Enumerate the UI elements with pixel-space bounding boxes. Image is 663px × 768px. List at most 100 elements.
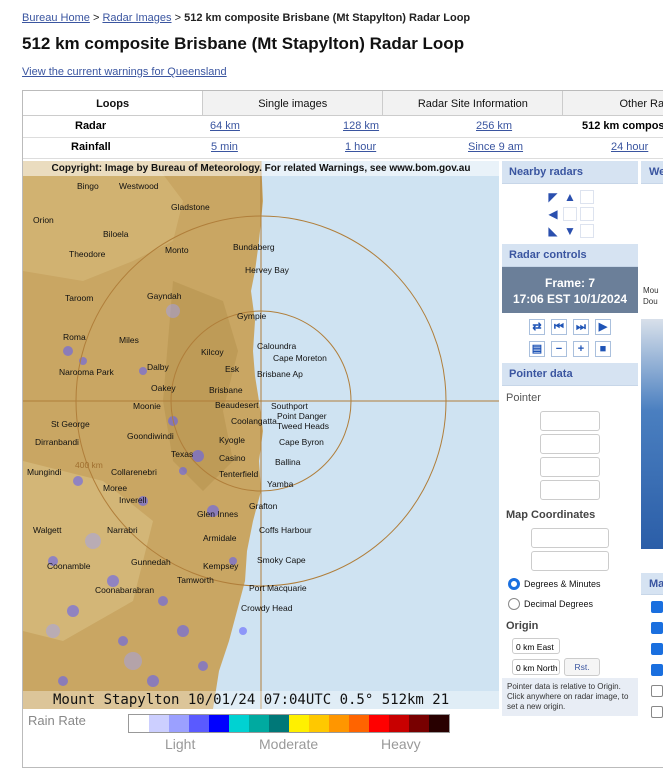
town-label: Ballina [275, 457, 301, 467]
tab-bar: Loops Single images Radar Site Informati… [23, 91, 663, 116]
pointer-note: Pointer data is relative to Origin. Clic… [502, 678, 638, 716]
checkbox-unchecked[interactable] [651, 706, 663, 718]
range-label: 400 km [75, 460, 103, 470]
radar-256km-link[interactable]: 256 km [476, 120, 512, 132]
first-frame-icon[interactable]: ⏮ [551, 319, 567, 335]
rainfall-5min-link[interactable]: 5 min [211, 141, 238, 153]
rain-rate-swatch [289, 715, 309, 732]
town-label: Cape Byron [279, 437, 324, 447]
town-label: Collarenebri [111, 467, 157, 477]
warnings-link[interactable]: View the current warnings for Queensland [22, 66, 227, 78]
rain-rate-swatch [189, 715, 209, 732]
town-label: Brisbane [209, 385, 243, 395]
nearby-radar-arrows: ◤ ▲ ◀ ◣ ▼ [540, 190, 600, 238]
play-icon[interactable]: ▶ [595, 319, 611, 335]
map-coordinates-label: Map Coordinates [506, 509, 596, 521]
checkbox-checked[interactable] [651, 622, 663, 634]
town-label: Narooma Park [59, 367, 114, 377]
degrees-minutes-option[interactable]: Degrees & Minutes [502, 574, 638, 594]
rain-rate-swatch [389, 715, 409, 732]
radar-image[interactable]: Copyright: Image by Bureau of Meteorolog… [23, 161, 499, 709]
swap-icon[interactable]: ⇄ [529, 319, 545, 335]
town-label: Dalby [147, 362, 169, 372]
pointer-field [540, 480, 600, 500]
breadcrumb-home-link[interactable]: Bureau Home [22, 12, 90, 24]
radar-128km-link[interactable]: 128 km [343, 120, 379, 132]
breadcrumb: Bureau Home > Radar Images > 512 km comp… [22, 12, 470, 24]
town-label: Gympie [237, 311, 267, 321]
tab-other-radars[interactable]: Other Ra [563, 91, 663, 115]
rainfall-24hour-link[interactable]: 24 hour [611, 141, 648, 153]
town-label: Crowdy Head [241, 603, 293, 613]
radio-selected-icon[interactable] [508, 578, 520, 590]
town-label: Gladstone [171, 202, 210, 212]
checkbox-unchecked[interactable] [651, 685, 663, 697]
town-label: Casino [219, 453, 246, 463]
arrow-w-icon[interactable]: ◀ [546, 207, 560, 221]
radar-copyright: Copyright: Image by Bureau of Meteorolog… [23, 161, 499, 176]
pointer-label: Pointer [506, 392, 541, 404]
arrow-e-icon [580, 207, 594, 221]
map-options-header: Ma [641, 573, 663, 595]
checkbox-checked[interactable] [651, 664, 663, 676]
town-label: Coonamble [47, 561, 91, 571]
coordinate-field [531, 528, 609, 548]
faster-icon[interactable]: + [573, 341, 589, 357]
town-label: Mungindi [27, 467, 62, 477]
origin-north-field[interactable]: 0 km North [512, 659, 560, 675]
radar-panel: Loops Single images Radar Site Informati… [22, 90, 663, 768]
slower-icon[interactable]: − [551, 341, 567, 357]
arrow-sw-icon[interactable]: ◣ [546, 224, 560, 238]
next-frame-icon[interactable]: ⏭ [573, 319, 589, 335]
frame-number: Frame: 7 [544, 276, 596, 290]
breadcrumb-radar-images-link[interactable]: Radar Images [102, 12, 171, 24]
town-label: Monto [165, 245, 189, 255]
rain-rate-swatch [169, 715, 189, 732]
rainfall-1hour-link[interactable]: 1 hour [345, 141, 376, 153]
town-label: Orion [33, 215, 54, 225]
tab-single-images[interactable]: Single images [203, 91, 384, 115]
advertisement-image[interactable] [641, 319, 663, 549]
rain-rate-swatch [309, 715, 329, 732]
checkbox-checked[interactable] [651, 643, 663, 655]
radar-512km-current: 512 km compos [582, 120, 663, 132]
town-label: Glen Innes [197, 509, 239, 519]
rain-rate-legend: Rain Rate Light Moderate Heavy [23, 709, 499, 767]
frame-display: Frame: 7 17:06 EST 10/1/2024 [502, 267, 638, 313]
radio-icon[interactable] [508, 598, 520, 610]
decimal-degrees-option[interactable]: Decimal Degrees [502, 594, 638, 614]
origin-east-field[interactable]: 0 km East [512, 638, 560, 654]
arrow-se-icon [580, 224, 594, 238]
town-label: Walgett [33, 525, 62, 535]
right-panel: We Mou Dou Ma [641, 161, 663, 767]
nearby-radars-header: Nearby radars [502, 161, 638, 184]
reset-origin-button[interactable]: Rst. [564, 658, 600, 676]
rain-rate-scale [128, 714, 450, 733]
arrow-nw-icon[interactable]: ◤ [546, 190, 560, 204]
town-label: Coolangatta [231, 416, 277, 426]
town-label: Southport [271, 401, 308, 411]
rain-rate-swatch [149, 715, 169, 732]
stop-icon[interactable]: ■ [595, 341, 611, 357]
tab-loops[interactable]: Loops [23, 91, 204, 115]
arrow-s-icon[interactable]: ▼ [563, 224, 577, 238]
breadcrumb-current: 512 km composite Brisbane (Mt Stapylton)… [184, 12, 471, 24]
print-icon[interactable]: ▤ [529, 341, 545, 357]
town-label: Bundaberg [233, 242, 275, 252]
right-panel-text: Dou [643, 297, 658, 306]
town-label: Kyogle [219, 435, 245, 445]
town-label: St George [51, 419, 90, 429]
radar-caption: Mount Stapylton 10/01/24 07:04UTC 0.5° 5… [23, 691, 499, 709]
tab-radar-site-info[interactable]: Radar Site Information [383, 91, 564, 115]
degrees-minutes-label: Degrees & Minutes [524, 579, 601, 589]
radar-64km-link[interactable]: 64 km [210, 120, 240, 132]
right-panel-header: We [641, 161, 663, 184]
rain-rate-label: Rain Rate [28, 713, 86, 728]
rainfall-row-label: Rainfall [71, 141, 111, 153]
arrow-n-icon[interactable]: ▲ [563, 190, 577, 204]
rainfall-since9am-link[interactable]: Since 9 am [468, 141, 523, 153]
coordinate-field [531, 551, 609, 571]
checkbox-checked[interactable] [651, 601, 663, 613]
town-label: Point Danger [277, 411, 327, 421]
town-label: Narrabri [107, 525, 138, 535]
